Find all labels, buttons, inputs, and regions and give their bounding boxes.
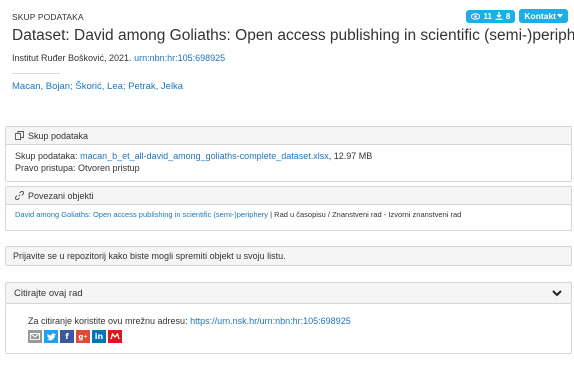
eye-icon <box>471 12 481 20</box>
divider <box>12 73 60 74</box>
related-object-type: | Rad u časopisu / Znanstveni rad - Izvo… <box>268 210 462 219</box>
related-objects-panel: Povezani objekti David among Goliaths: O… <box>5 186 572 231</box>
stats-badges: 11 8 Kontakt <box>466 9 568 23</box>
file-label: Skup podataka: <box>15 151 78 161</box>
cite-toggle[interactable]: Citirajte ovaj rad <box>5 282 572 304</box>
access-label: Pravo pristupa: <box>15 163 76 173</box>
login-notice: Prijavite se u repozitorij kako biste mo… <box>5 246 572 266</box>
contact-label: Kontakt <box>524 11 556 21</box>
copy-files-icon <box>15 131 24 140</box>
contact-button[interactable]: Kontakt <box>519 9 568 23</box>
urn-link[interactable]: urn:nbn:hr:105:698925 <box>134 53 225 63</box>
mendeley-icon[interactable] <box>108 330 122 343</box>
mail-icon[interactable] <box>28 330 42 343</box>
facebook-icon[interactable]: f <box>60 330 74 343</box>
related-object-link[interactable]: David among Goliaths: Open access publis… <box>15 210 268 219</box>
related-panel-heading: Povezani objekti <box>6 187 571 205</box>
institution-line: Institut Ruđer Bošković, 2021. urn:nbn:h… <box>12 53 225 63</box>
access-value: Otvoren pristup <box>78 163 140 173</box>
dataset-heading-label: Skup podataka <box>28 130 89 141</box>
authors-link[interactable]: Macan, Bojan; Škorić, Lea; Petrak, Jelka <box>12 81 183 92</box>
cite-panel-body: Za citiranje koristite ovu mrežnu adresu… <box>5 304 572 354</box>
twitter-icon[interactable] <box>44 330 58 343</box>
permalink-url[interactable]: https://urn.nsk.hr/urn:nbn:hr:105:698925 <box>190 316 351 326</box>
linkedin-icon[interactable]: in <box>92 330 106 343</box>
link-icon <box>15 191 24 200</box>
dataset-file-link[interactable]: macan_b_et_all-david_among_goliaths-comp… <box>80 151 329 161</box>
record-title: Dataset: David among Goliaths: Open acce… <box>12 27 574 44</box>
share-buttons: f g + in <box>28 330 571 343</box>
institution-year: Institut Ruđer Bošković, 2021. <box>12 53 132 63</box>
related-heading-label: Povezani objekti <box>28 190 94 201</box>
chevron-down-icon <box>552 290 562 297</box>
cite-label: Citirajte ovaj rad <box>14 287 83 299</box>
permalink-label: Za citiranje koristite ovu mrežnu adresu… <box>28 316 188 326</box>
file-size: , 12.97 MB <box>328 151 373 161</box>
related-panel-body: David among Goliaths: Open access publis… <box>6 205 571 219</box>
dataset-panel-body: Skup podataka: macan_b_et_all-david_amon… <box>6 145 571 174</box>
dataset-panel-heading: Skup podataka <box>6 127 571 145</box>
google-plus-icon[interactable]: g + <box>76 330 90 343</box>
caret-down-icon <box>557 14 563 18</box>
downloads-count: 8 <box>505 11 511 21</box>
dataset-panel: Skup podataka Skup podataka: macan_b_et_… <box>5 126 572 182</box>
record-type-label: SKUP PODATAKA <box>12 12 84 22</box>
download-icon <box>495 12 503 20</box>
stats-badge[interactable]: 11 8 <box>466 9 516 23</box>
views-count: 11 <box>483 11 492 21</box>
